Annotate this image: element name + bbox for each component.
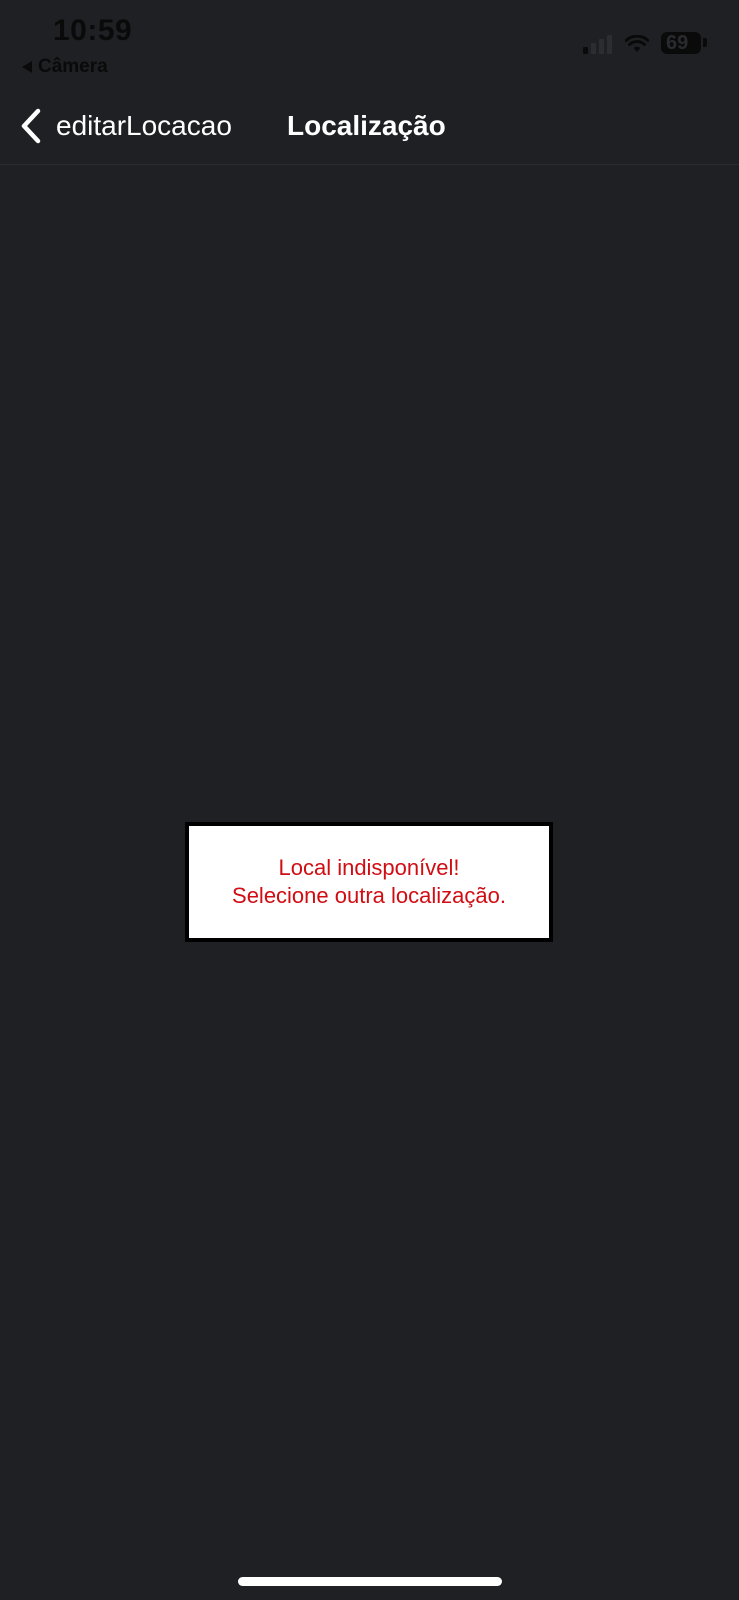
battery-cap <box>703 38 707 47</box>
page-title: Localização <box>287 110 446 141</box>
alert-line-2: Selecione outra localização. <box>232 883 506 908</box>
home-indicator[interactable] <box>238 1577 502 1586</box>
wifi-icon <box>625 35 649 52</box>
battery-icon: 69 <box>661 32 701 54</box>
back-button[interactable]: editarLocacao <box>20 104 232 148</box>
cellular-signal-icon <box>583 34 612 54</box>
back-triangle-icon <box>22 61 32 73</box>
chevron-left-icon <box>21 108 41 144</box>
unavailable-location-message: Local indisponível! Selecione outra loca… <box>185 822 553 942</box>
alert-line-1: Local indisponível! <box>278 855 460 880</box>
status-time: 10:59 <box>53 14 133 47</box>
status-bar: 10:59 Câmera 69 <box>0 0 739 90</box>
back-button-label: editarLocacao <box>56 110 232 141</box>
battery-level: 69 <box>666 32 689 54</box>
back-to-camera-link[interactable]: Câmera <box>22 56 108 78</box>
navigation-bar: editarLocacao Localização <box>0 90 739 165</box>
back-app-label: Câmera <box>38 56 108 77</box>
